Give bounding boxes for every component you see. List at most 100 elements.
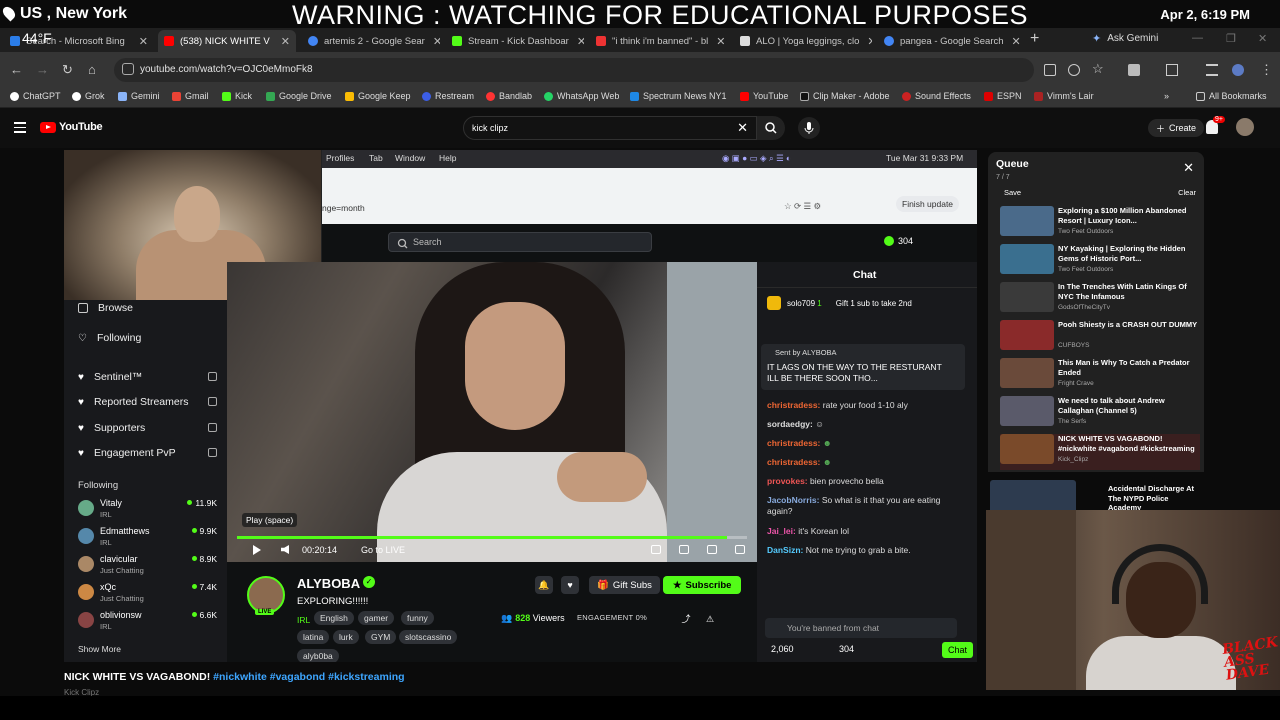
bookmark-item[interactable]: Gemini — [118, 91, 160, 101]
volume-icon[interactable] — [281, 545, 289, 554]
go-to-live-button[interactable]: Go to LIVE — [361, 545, 405, 555]
chat-user: christradess: — [767, 457, 821, 467]
rec-finish-update-button: Finish update — [896, 196, 960, 212]
streamer-name: ALYBOBA — [297, 576, 361, 591]
browser-menu-icon[interactable]: ⋮ — [1260, 62, 1273, 78]
minimize-icon[interactable]: — — [1192, 32, 1203, 44]
queue-item[interactable]: NY Kayaking | Exploring the Hidden Gems … — [1000, 244, 1200, 280]
ask-gemini-button[interactable]: ✦ Ask Gemini — [1092, 32, 1158, 45]
all-bookmarks[interactable]: All Bookmarks — [1196, 91, 1267, 101]
tab-label: artemis 2 - Google Sear — [324, 35, 425, 47]
maximize-icon[interactable]: ❐ — [1226, 32, 1236, 45]
tab-close-icon[interactable]: ✕ — [425, 35, 440, 48]
bookmark-item[interactable]: Kick — [222, 91, 252, 101]
hamburger-menu-icon[interactable] — [14, 122, 26, 136]
queue-item-current[interactable]: NICK WHITE VS VAGABOND! #nickwhite #vaga… — [1000, 434, 1200, 470]
tab-close-icon[interactable]: ✕ — [131, 35, 148, 48]
profile-avatar-icon[interactable] — [1232, 64, 1244, 76]
tab-close-icon[interactable]: ✕ — [859, 35, 872, 48]
gmail-icon — [172, 91, 181, 101]
reload-icon[interactable]: ↻ — [62, 62, 73, 78]
search-button[interactable] — [757, 116, 785, 140]
tab-2[interactable]: artemis 2 - Google Sear ✕ — [302, 30, 440, 52]
tab-close-icon[interactable]: ✕ — [708, 35, 725, 48]
tab-1[interactable]: (538) NICK WHITE V ✕ — [158, 30, 296, 52]
queue-item[interactable]: This Man is Why To Catch a Predator Ende… — [1000, 358, 1200, 394]
video-hashtags[interactable]: #nickwhite #vagabond #kickstreaming — [213, 671, 404, 683]
bookmarks-overflow-icon[interactable]: » — [1164, 91, 1169, 101]
kick-sidebar-browse: Browse — [78, 302, 133, 314]
overlay-warning: WARNING : WATCHING FOR EDUCATIONAL PURPO… — [292, 0, 1029, 30]
bookmark-item[interactable]: WhatsApp Web — [544, 91, 619, 101]
bookmark-item[interactable]: Clip Maker - Adobe — [800, 91, 890, 101]
bookmark-label: YouTube — [753, 91, 789, 101]
back-arrow-icon[interactable]: ← — [10, 62, 23, 77]
bookmark-item[interactable]: Gmail — [172, 91, 209, 101]
extensions-icon[interactable] — [1128, 64, 1140, 76]
home-icon[interactable]: ⌂ — [88, 62, 96, 77]
streamer-row: Vitaly IRL 11.9K — [78, 498, 223, 522]
address-bar[interactable]: youtube.com/watch?v=OJC0eMmoFk8 — [114, 58, 1034, 82]
tab-close-icon[interactable]: ✕ — [273, 35, 290, 48]
bookmark-item[interactable]: Restream — [422, 91, 474, 101]
progress-bar[interactable] — [237, 536, 747, 539]
streamer-viewers: 7.4K — [192, 582, 218, 592]
tab-5[interactable]: ALO | Yoga leggings, clo ✕ — [734, 30, 872, 52]
bookmark-star-icon[interactable]: ☆ — [1092, 61, 1104, 77]
site-info-icon[interactable] — [122, 63, 134, 75]
tab-4[interactable]: "i think i'm banned" - bl ✕ — [590, 30, 728, 52]
bookmark-item[interactable]: YouTube — [740, 91, 788, 101]
forward-arrow-icon[interactable]: → — [36, 62, 49, 77]
chat-footer: 2,060 304 Chat — [765, 640, 977, 660]
video-player[interactable]: Profiles Tab Window Help ◉ ▣ ● ▭ ◈ ⌕ ☰ ◐… — [64, 150, 977, 662]
external-link-icon — [208, 397, 217, 406]
bookmark-item[interactable]: Bandlab — [486, 91, 532, 101]
streamer-name: xQc — [100, 582, 117, 592]
google-favicon-icon — [308, 36, 318, 46]
theater-icon[interactable] — [679, 545, 689, 554]
media-controls-icon[interactable] — [1166, 64, 1178, 76]
queue-thumbnail — [1000, 434, 1054, 464]
queue-item[interactable]: We need to talk about Andrew Callaghan (… — [1000, 396, 1200, 432]
tab-label: (538) NICK WHITE V — [180, 35, 270, 47]
bookmark-item[interactable]: Grok — [72, 91, 105, 101]
tab-6[interactable]: pangea - Google Search ✕ — [878, 30, 1026, 52]
side-panel-icon[interactable] — [1206, 64, 1218, 76]
kick-search-input: Search — [388, 232, 652, 252]
bookmark-item[interactable]: Google Keep — [345, 91, 411, 101]
queue-item[interactable]: In The Trenches With Latin Kings Of NYC … — [1000, 282, 1200, 318]
tab-close-icon[interactable]: ✕ — [569, 35, 584, 48]
queue-save-button[interactable]: Save — [1004, 188, 1021, 197]
install-app-icon[interactable] — [1044, 64, 1056, 76]
close-window-icon[interactable]: ✕ — [1258, 32, 1267, 45]
heart-filled-icon: ♥ — [78, 422, 84, 434]
fullscreen-icon[interactable] — [735, 545, 745, 554]
bookmark-item[interactable]: Sound Effects — [902, 91, 971, 101]
youtube-logo[interactable]: YouTube — [40, 121, 103, 133]
bookmark-item[interactable]: ChatGPT — [10, 91, 61, 101]
queue-item[interactable]: Pooh Shiesty is a CRASH OUT DUMMY CUFBOYS — [1000, 320, 1200, 356]
queue-count: 7 / 7 — [996, 174, 1010, 181]
clear-search-icon[interactable]: ✕ — [737, 120, 748, 136]
emote-icon: ☻ — [822, 438, 832, 448]
tab-close-icon[interactable]: ✕ — [1004, 35, 1021, 48]
clip-icon[interactable] — [651, 545, 661, 554]
bookmark-item[interactable]: ESPN — [984, 91, 1022, 101]
youtube-search-input[interactable]: kick clipz ✕ — [463, 116, 757, 140]
account-avatar[interactable] — [1236, 118, 1254, 136]
voice-search-button[interactable] — [798, 117, 820, 139]
bookmark-item[interactable]: Spectrum News NY1 — [630, 91, 727, 101]
pip-icon[interactable] — [707, 545, 717, 554]
overlay-location-text: US , New York — [20, 5, 127, 22]
tab-3[interactable]: Stream - Kick Dashboar ✕ — [446, 30, 584, 52]
queue-item[interactable]: Exploring a $100 Million Abandoned Resor… — [1000, 206, 1200, 242]
chat-message: christradess: ☻ — [767, 457, 967, 468]
close-icon[interactable]: ✕ — [1183, 160, 1194, 176]
zoom-icon[interactable] — [1068, 64, 1080, 76]
create-button[interactable]: ＋ Create — [1148, 119, 1205, 137]
bookmark-item[interactable]: Google Drive — [266, 91, 332, 101]
queue-clear-button[interactable]: Clear — [1178, 188, 1196, 197]
play-icon[interactable] — [253, 545, 261, 555]
bookmark-item[interactable]: Vimm's Lair — [1034, 91, 1094, 101]
new-tab-button[interactable]: + — [1030, 30, 1039, 48]
